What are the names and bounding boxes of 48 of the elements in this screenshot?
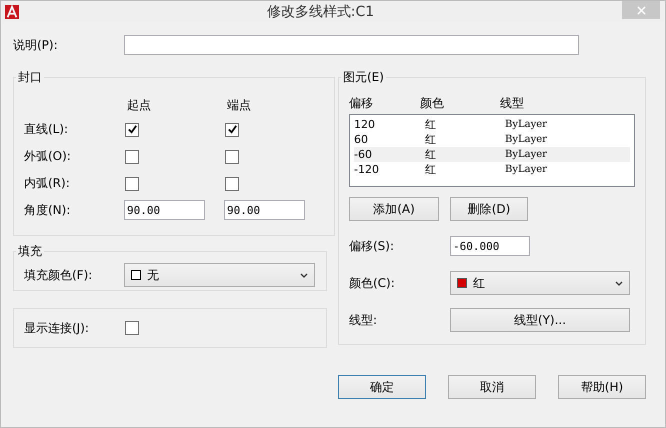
angle-field[interactable]: 90.00 (124, 200, 205, 220)
action-button[interactable]: 添加(A) (349, 197, 439, 221)
checkbox[interactable] (125, 150, 139, 164)
dialog-button[interactable]: 确定 (338, 375, 426, 399)
group-title: 封口 (17, 69, 43, 86)
color-swatch-icon (457, 278, 467, 288)
field-label: 填充颜色(F): (24, 266, 94, 284)
field-label: 颜色(C): (349, 274, 396, 292)
app-logo-icon (5, 5, 19, 19)
dropdown[interactable]: 红 (450, 271, 630, 295)
field-label: 偏移(S): (349, 238, 396, 254)
group-title: 填充 (17, 243, 43, 260)
field-label: 内弧(R): (24, 175, 71, 192)
checkbox[interactable] (225, 150, 239, 164)
action-button[interactable]: 删除(D) (450, 197, 528, 221)
field-label: 角度(N): (24, 202, 72, 218)
dropdown[interactable]: 无 (124, 263, 315, 287)
linetype-button[interactable]: 线型(Y)... (450, 308, 630, 332)
caret-icon (300, 272, 308, 278)
field-label: 直线(L): (24, 121, 70, 138)
list-row[interactable]: -60 红 ByLayer (354, 147, 630, 162)
caret-icon (615, 280, 623, 286)
angle-field[interactable]: 90.00 (224, 200, 305, 220)
checkbox[interactable] (225, 176, 239, 190)
field-label: 说明(P): (13, 36, 59, 54)
column-header: 线型 (500, 94, 525, 112)
offset-field[interactable]: -60.000 (450, 236, 530, 256)
list-row[interactable]: 120 红 ByLayer (354, 117, 630, 132)
checkbox[interactable] (225, 122, 239, 136)
column-header: 颜色 (420, 94, 445, 112)
field-label: 显示连接(J): (24, 320, 90, 336)
group-title: 图元(E) (342, 69, 385, 86)
description-field[interactable] (124, 35, 579, 55)
list-row[interactable]: -120 红 ByLayer (354, 162, 630, 177)
dialog-button[interactable]: 取消 (448, 375, 536, 399)
checkbox[interactable] (125, 176, 139, 190)
field-label: 线型: (349, 312, 378, 328)
column-header: 端点 (226, 96, 252, 114)
close-icon (636, 6, 646, 14)
dialog-button[interactable]: 帮助(H) (558, 375, 646, 399)
column-header: 起点 (126, 96, 152, 114)
field-label: 外弧(O): (24, 148, 72, 165)
color-swatch-icon (131, 270, 141, 280)
checkbox[interactable] (125, 321, 139, 335)
window-title: 修改多线样式:C1 (266, 3, 376, 21)
list-row[interactable]: 60 红 ByLayer (354, 132, 630, 147)
column-header: 偏移 (349, 94, 374, 112)
checkbox[interactable] (125, 122, 139, 136)
